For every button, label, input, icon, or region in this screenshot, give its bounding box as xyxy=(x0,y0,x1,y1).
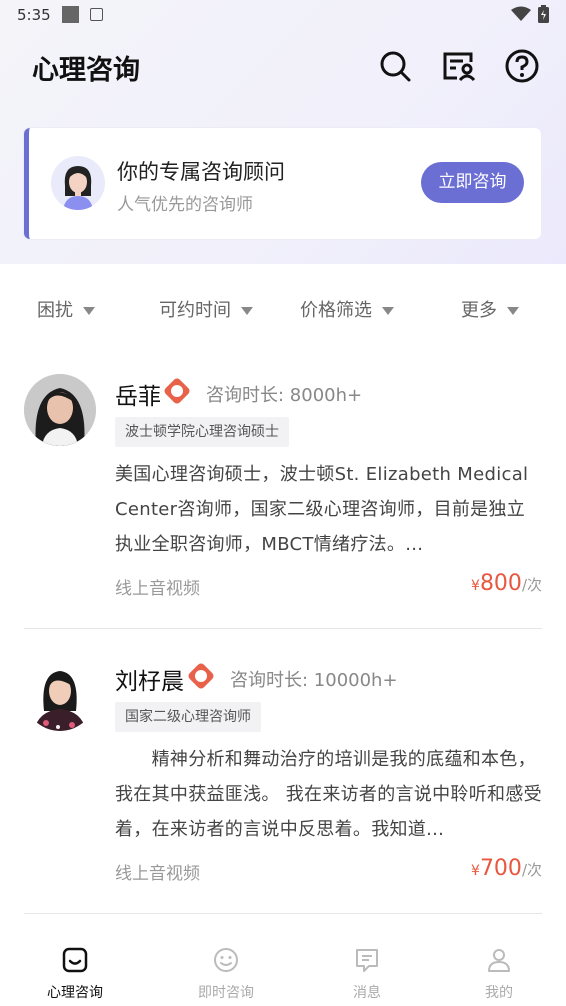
notification-icon xyxy=(62,6,79,23)
price-value: 700 xyxy=(479,856,522,881)
dropdown-arrow-icon xyxy=(83,307,95,315)
divider xyxy=(24,913,542,914)
price-value: 800 xyxy=(479,571,522,596)
nav-label: 我的 xyxy=(485,985,513,1001)
app-notification-icon xyxy=(90,8,103,21)
counselor-duration: 咨询时长: 8000h+ xyxy=(206,385,363,406)
bottom-nav: 心理咨询 即时咨询 消息 我的 xyxy=(0,932,566,1006)
message-icon xyxy=(356,949,378,972)
advisor-card[interactable]: 你的专属咨询顾问 人气优先的咨询师 立即咨询 xyxy=(24,128,541,239)
consult-now-button[interactable]: 立即咨询 xyxy=(421,162,524,203)
counselor-tag: 国家二级心理咨询师 xyxy=(115,702,261,732)
counselor-card[interactable]: 岳菲 咨询时长: 8000h+ 波士顿学院心理咨询硕士 美国心理咨询硕士，波士顿… xyxy=(24,372,542,602)
consult-record-icon[interactable] xyxy=(441,48,477,84)
advisor-subtitle: 人气优先的咨询师 xyxy=(117,195,253,215)
counselor-price: ¥800/次 xyxy=(471,571,542,596)
divider xyxy=(24,628,542,629)
nav-label: 即时咨询 xyxy=(198,985,254,1001)
counselor-name: 刘杍晨 xyxy=(115,669,184,695)
counselor-price: ¥700/次 xyxy=(471,856,542,881)
filter-price[interactable]: 价格筛选 xyxy=(300,296,394,322)
filter-more[interactable]: 更多 xyxy=(461,296,519,322)
nav-item-profile[interactable]: 我的 xyxy=(444,932,554,1006)
certified-badge-icon xyxy=(162,376,192,406)
dropdown-arrow-icon xyxy=(241,307,253,315)
user-icon xyxy=(488,949,510,972)
status-time: 5:35 xyxy=(17,6,51,24)
counselor-name: 岳菲 xyxy=(115,384,161,410)
dropdown-arrow-icon xyxy=(507,307,519,315)
counselor-tag: 波士顿学院心理咨询硕士 xyxy=(115,417,289,447)
nav-label: 心理咨询 xyxy=(47,985,103,1001)
counselor-avatar xyxy=(24,374,96,446)
advisor-avatar xyxy=(51,156,105,210)
price-unit: /次 xyxy=(521,576,542,594)
dropdown-arrow-icon xyxy=(382,307,394,315)
filter-label: 可约时间 xyxy=(159,300,231,321)
filter-bar: 困扰 可约时间 价格筛选 更多 xyxy=(0,264,566,350)
battery-icon xyxy=(538,5,549,23)
certified-badge-icon xyxy=(186,661,216,691)
counselor-duration: 咨询时长: 10000h+ xyxy=(230,670,398,691)
search-icon[interactable] xyxy=(377,48,413,84)
wifi-icon xyxy=(511,6,531,21)
nav-label: 消息 xyxy=(353,985,381,1001)
filter-label: 价格筛选 xyxy=(300,300,372,321)
consult-icon xyxy=(62,947,88,973)
help-icon[interactable] xyxy=(504,48,540,84)
filter-label: 困扰 xyxy=(37,300,73,321)
nav-item-instant[interactable]: 即时咨询 xyxy=(171,932,281,1006)
counselor-mode: 线上音视频 xyxy=(115,864,200,884)
counselor-bio: 精神分析和舞动治疗的培训是我的底蕴和本色，我在其中获益匪浅。 我在来访者的言说中… xyxy=(115,749,542,840)
filter-available-time[interactable]: 可约时间 xyxy=(159,296,253,322)
price-currency: ¥ xyxy=(471,578,480,594)
counselor-mode: 线上音视频 xyxy=(115,579,200,599)
nav-item-messages[interactable]: 消息 xyxy=(312,932,422,1006)
counselor-avatar xyxy=(24,659,96,731)
price-unit: /次 xyxy=(521,861,542,879)
status-bar: 5:35 xyxy=(0,0,566,30)
advisor-title: 你的专属咨询顾问 xyxy=(117,160,285,184)
filter-trouble[interactable]: 困扰 xyxy=(37,296,95,322)
filter-label: 更多 xyxy=(461,300,497,321)
price-currency: ¥ xyxy=(471,863,480,879)
nav-item-consult[interactable]: 心理咨询 xyxy=(20,932,130,1006)
smile-icon xyxy=(214,948,238,972)
page-title: 心理咨询 xyxy=(32,55,140,86)
counselor-bio: 美国心理咨询硕士，波士顿St. Elizabeth Medical Center… xyxy=(115,464,529,555)
counselor-card[interactable]: 刘杍晨 咨询时长: 10000h+ 国家二级心理咨询师 精神分析和舞动治疗的培训… xyxy=(24,657,542,887)
